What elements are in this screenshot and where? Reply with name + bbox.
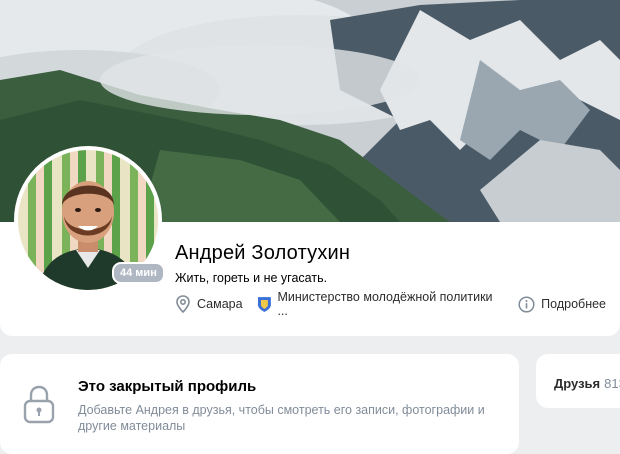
profile-status: Жить, гореть и не угасать. bbox=[175, 271, 328, 285]
more-info-label: Подробнее bbox=[541, 297, 606, 311]
friends-label: Друзья bbox=[554, 376, 601, 391]
city-item[interactable]: Самара bbox=[175, 295, 243, 313]
closed-profile-title: Это закрытый профиль bbox=[78, 378, 257, 395]
profile-info-row: Самара Министерство молодёжной политики … bbox=[175, 290, 620, 318]
friends-count: 813 bbox=[604, 376, 620, 391]
workplace-label: Министерство молодёжной политики ... bbox=[277, 290, 493, 318]
more-info-button[interactable]: Подробнее bbox=[518, 295, 606, 313]
location-pin-icon bbox=[176, 295, 190, 313]
coat-of-arms-icon bbox=[257, 297, 271, 312]
online-status-badge: 44 мин bbox=[112, 262, 165, 284]
profile-name: Андрей Золотухин bbox=[175, 242, 351, 264]
friends-header: Друзья813 bbox=[554, 376, 620, 391]
closed-profile-description: Добавьте Андрея в друзья, чтобы смотреть… bbox=[78, 403, 485, 433]
info-circle-icon bbox=[518, 295, 535, 313]
lock-icon bbox=[22, 384, 56, 429]
closed-profile-card: Это закрытый профиль Добавьте Андрея в д… bbox=[0, 354, 519, 454]
city-label: Самара bbox=[197, 297, 243, 311]
workplace-item[interactable]: Министерство молодёжной политики ... bbox=[257, 290, 505, 318]
friends-card[interactable]: Друзья813 bbox=[536, 354, 620, 408]
profile-header-card: 44 мин Андрей Золотухин Жить, гореть и н… bbox=[0, 0, 620, 336]
